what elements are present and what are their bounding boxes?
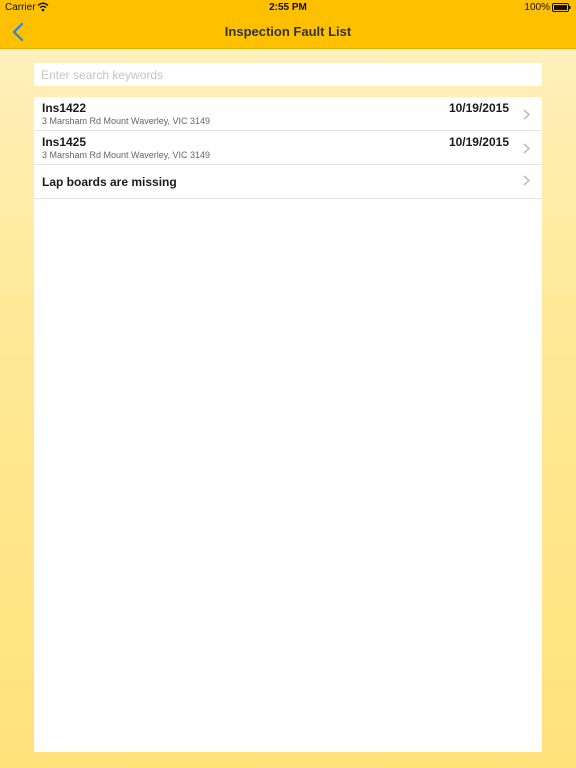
inspection-date: 10/19/2015 bbox=[448, 135, 509, 149]
list-item[interactable]: Ins1422 3 Marsham Rd Mount Waverley, VIC… bbox=[34, 97, 542, 131]
chevron-right-icon bbox=[523, 109, 530, 120]
inspection-address: 3 Marsham Rd Mount Waverley, VIC 3149 bbox=[42, 116, 211, 126]
fault-list: Ins1422 3 Marsham Rd Mount Waverley, VIC… bbox=[34, 97, 542, 752]
fault-title: Lap boards are missing bbox=[42, 175, 177, 189]
navigation-bar: Inspection Fault List bbox=[0, 16, 576, 49]
inspection-id: Ins1422 bbox=[42, 101, 87, 115]
search-box bbox=[34, 63, 542, 86]
inspection-id: Ins1425 bbox=[42, 135, 87, 149]
status-bar: Carrier 2:55 PM 100% bbox=[0, 0, 576, 16]
inspection-address: 3 Marsham Rd Mount Waverley, VIC 3149 bbox=[42, 150, 211, 160]
chevron-right-icon bbox=[523, 175, 530, 186]
page-title: Inspection Fault List bbox=[224, 24, 352, 39]
inspection-date: 10/19/2015 bbox=[448, 101, 509, 115]
search-input[interactable] bbox=[34, 63, 542, 86]
status-time: 2:55 PM bbox=[269, 2, 307, 13]
battery-percentage: 100% bbox=[524, 2, 550, 13]
list-item[interactable]: Ins1425 3 Marsham Rd Mount Waverley, VIC… bbox=[34, 131, 542, 165]
list-item[interactable]: Lap boards are missing bbox=[34, 165, 542, 199]
battery-icon bbox=[552, 3, 571, 15]
chevron-right-icon bbox=[523, 143, 530, 154]
